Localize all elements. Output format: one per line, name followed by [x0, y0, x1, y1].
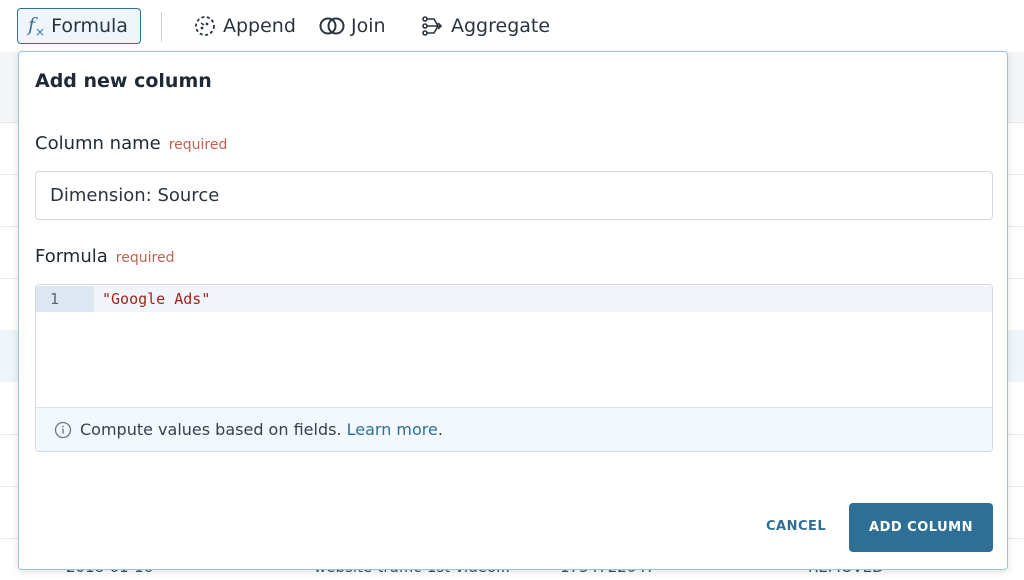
append-button-label: Append: [223, 15, 296, 37]
add-column-button[interactable]: ADD COLUMN: [849, 503, 993, 552]
formula-button[interactable]: f× Formula: [17, 8, 141, 44]
toolbar-separator: [161, 12, 162, 42]
formula-editor[interactable]: 1 "Google Ads" Compute values based on f…: [35, 284, 993, 452]
join-button-label: Join: [351, 15, 386, 37]
column-name-label-text: Column name: [35, 133, 161, 154]
info-icon: [54, 421, 72, 438]
column-name-label: Column name required: [35, 133, 227, 154]
learn-more-link[interactable]: Learn more: [347, 420, 438, 439]
hint-text: Compute values based on fields.: [80, 420, 342, 439]
aggregate-button[interactable]: Aggregate: [421, 8, 550, 44]
fx-icon: f×: [28, 13, 46, 39]
formula-hint: Compute values based on fields. Learn mo…: [36, 407, 992, 451]
transform-toolbar: f× Formula Append Join Aggregate: [0, 0, 1024, 52]
add-column-dialog: Add new column Column name required Formu…: [18, 51, 1008, 570]
formula-button-label: Formula: [51, 15, 128, 37]
required-badge: required: [115, 250, 175, 266]
formula-label-text: Formula: [35, 246, 108, 267]
formula-code[interactable]: "Google Ads": [102, 286, 210, 312]
line-number: 1: [36, 286, 94, 312]
aggregate-icon: [422, 16, 443, 36]
aggregate-button-label: Aggregate: [451, 15, 551, 37]
required-badge: required: [168, 137, 228, 153]
dialog-title: Add new column: [35, 70, 212, 92]
cancel-button[interactable]: CANCEL: [754, 512, 838, 542]
append-icon: [195, 16, 215, 36]
append-button[interactable]: Append: [193, 8, 296, 44]
formula-label: Formula required: [35, 246, 174, 267]
hint-period: .: [437, 420, 443, 439]
join-icon: [319, 17, 345, 35]
join-button[interactable]: Join: [319, 8, 386, 44]
column-name-input[interactable]: [35, 171, 993, 220]
formula-hint-text: Compute values based on fields. Learn mo…: [80, 420, 443, 439]
